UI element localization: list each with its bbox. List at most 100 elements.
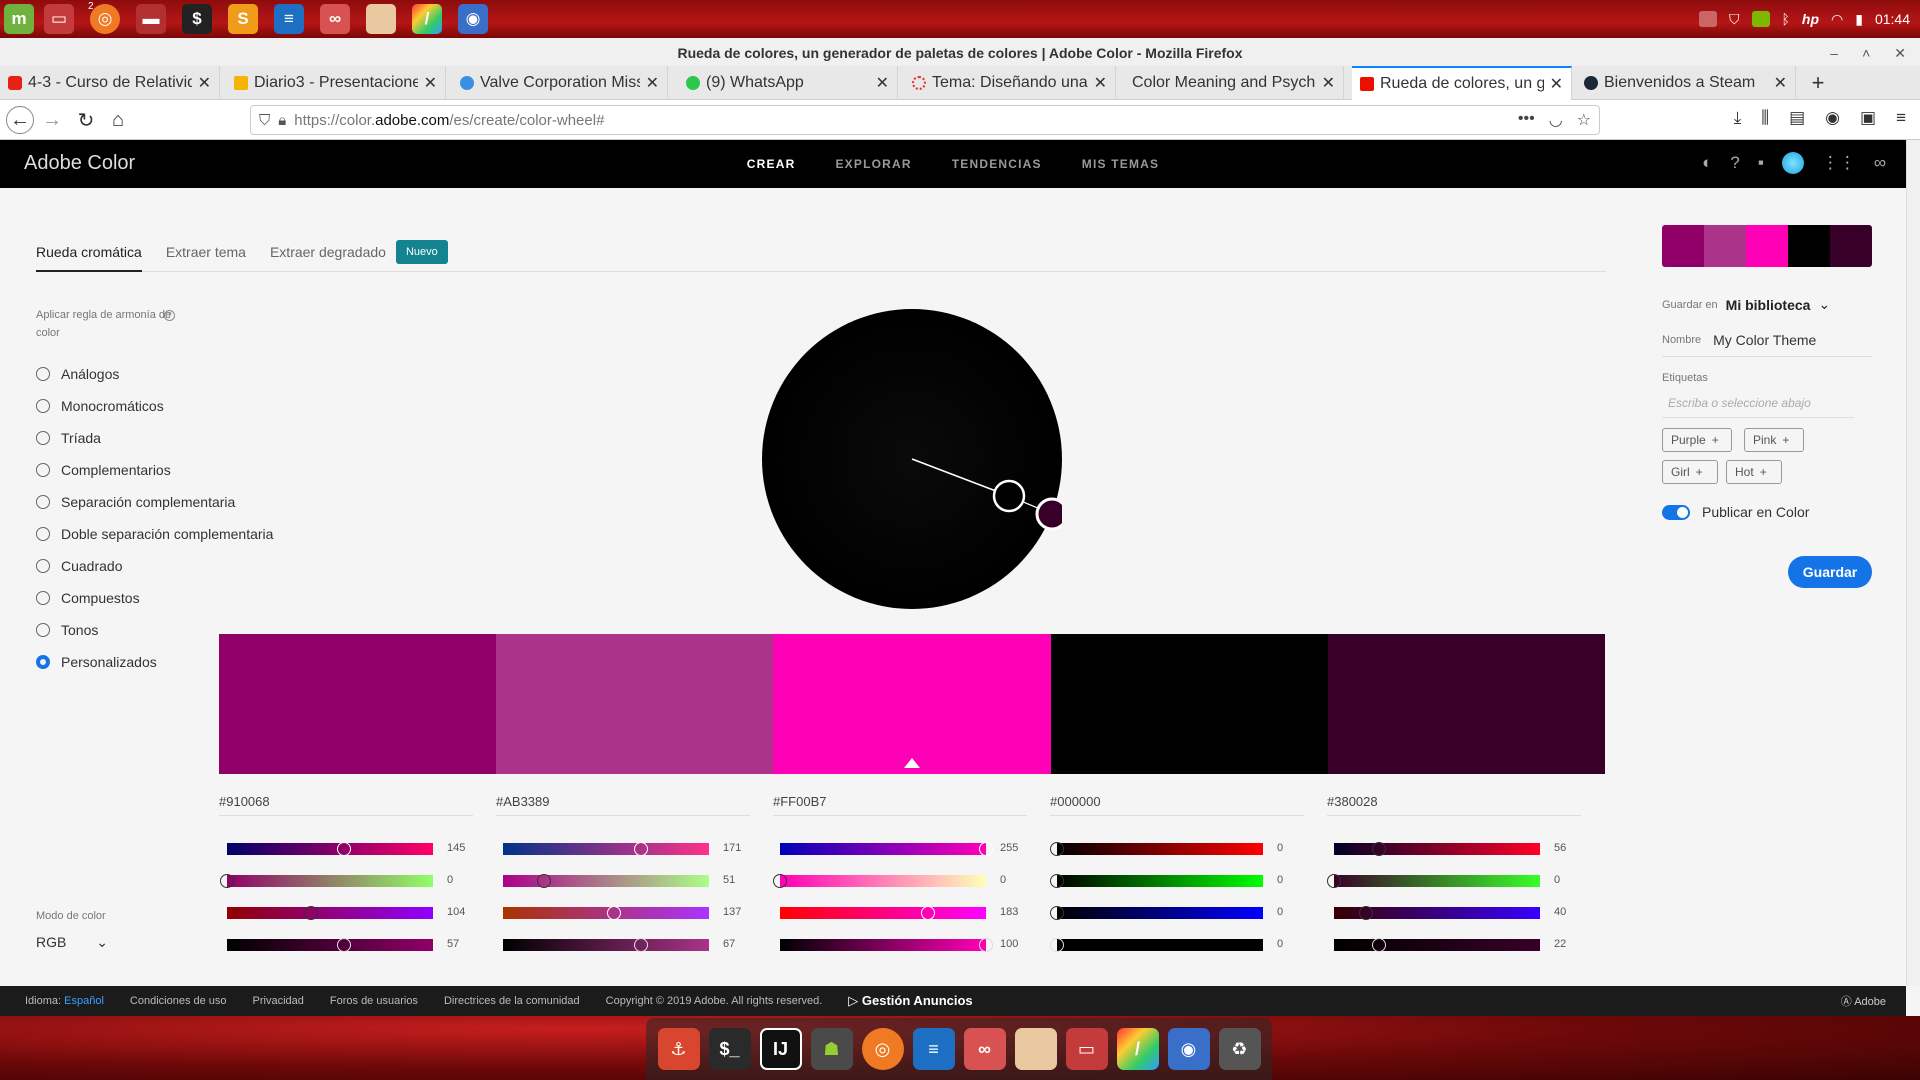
wheel-handle-selected[interactable]	[1035, 497, 1062, 531]
files-icon[interactable]: ▬	[136, 4, 166, 34]
color-mode-select[interactable]: RGB ⌄	[36, 934, 108, 951]
creative-cloud-icon[interactable]: ∞	[1874, 153, 1886, 173]
channel-value[interactable]: 171	[723, 842, 741, 854]
firefox-icon[interactable]: ◎	[90, 4, 120, 34]
harmony-rule[interactable]: Análogos	[36, 358, 273, 390]
slider-track[interactable]	[1334, 875, 1540, 887]
color-swatch[interactable]	[219, 634, 497, 774]
hex-value-field[interactable]: #FF00B7	[773, 794, 1027, 816]
slider-track[interactable]	[227, 843, 433, 855]
archive-icon[interactable]	[366, 4, 396, 34]
channel-value[interactable]: 145	[447, 842, 465, 854]
tab-close-icon[interactable]: ✕	[646, 73, 659, 93]
page-actions-icon[interactable]: •••	[1518, 110, 1535, 130]
tab-tema[interactable]: Tema: Diseñando una ✕	[904, 66, 1116, 100]
nav-mis-temas[interactable]: MIS TEMAS	[1082, 157, 1159, 171]
mint-menu-icon[interactable]: m	[4, 4, 34, 34]
harmony-rule[interactable]: Tríada	[36, 422, 273, 454]
slider-handle[interactable]	[773, 874, 787, 888]
text-editor-icon[interactable]: ≡	[912, 1028, 955, 1070]
tag-chip[interactable]: Hot +	[1726, 460, 1782, 484]
footer-link-terms[interactable]: Condiciones de uso	[130, 995, 227, 1007]
channel-value[interactable]: 51	[723, 874, 735, 886]
radio-button[interactable]	[36, 559, 50, 573]
folder-icon[interactable]: ▭	[1065, 1028, 1108, 1070]
radio-button[interactable]	[36, 399, 50, 413]
footer-link-forums[interactable]: Foros de usuarios	[330, 995, 418, 1007]
channel-value[interactable]: 0	[1277, 906, 1283, 918]
slider-handle[interactable]	[920, 906, 935, 920]
slider-track[interactable]	[1057, 875, 1263, 887]
harmony-rule[interactable]: Complementarios	[36, 454, 273, 486]
language-link[interactable]: Español	[64, 995, 104, 1007]
channel-value[interactable]: 56	[1554, 842, 1566, 854]
channel-slider[interactable]: 0	[1049, 902, 1293, 934]
folder-icon[interactable]: ▭	[44, 4, 74, 34]
reload-icon[interactable]: ↻	[72, 106, 100, 134]
slider-handle[interactable]	[979, 842, 993, 856]
nav-tendencias[interactable]: TENDENCIAS	[952, 157, 1042, 171]
shield-icon[interactable]: ⛉	[1729, 11, 1740, 28]
color-picker-icon[interactable]: /	[1116, 1028, 1159, 1070]
radio-button[interactable]	[36, 591, 50, 605]
nav-crear[interactable]: CREAR	[747, 157, 796, 171]
bookmark-star-icon[interactable]: ☆	[1577, 110, 1591, 130]
archive-icon[interactable]	[1014, 1028, 1057, 1070]
subtab-extract-gradient[interactable]: Extraer degradado	[270, 244, 386, 260]
battery-icon[interactable]: ▮	[1855, 11, 1863, 28]
ad-choices-link[interactable]: ▷ Gestión Anuncios	[848, 993, 972, 1009]
footer-link-guidelines[interactable]: Directrices de la comunidad	[444, 995, 580, 1007]
trash-icon[interactable]: ♻	[1218, 1028, 1261, 1070]
nav-explorar[interactable]: EXPLORAR	[835, 157, 911, 171]
terminal-icon[interactable]: $_	[708, 1028, 751, 1070]
slider-track[interactable]	[780, 907, 986, 919]
radio-button[interactable]	[36, 655, 50, 669]
save-location[interactable]: Guardar en Mi biblioteca ⌄	[1662, 296, 1830, 313]
firefox-icon[interactable]: ◎	[861, 1028, 904, 1070]
glasses-icon[interactable]: ∞	[320, 4, 350, 34]
forward-icon[interactable]: →	[38, 106, 66, 134]
hp-icon[interactable]: hp	[1802, 11, 1819, 27]
channel-value[interactable]: 137	[723, 906, 741, 918]
color-swatch[interactable]	[496, 634, 774, 774]
wheel-handle-main[interactable]	[992, 479, 1026, 513]
slider-track[interactable]	[227, 875, 433, 887]
tags-input[interactable]: Escriba o seleccione abajo	[1662, 394, 1854, 418]
channel-slider[interactable]: 0	[1049, 870, 1293, 902]
channel-slider[interactable]: 51	[495, 870, 739, 902]
subtab-extract-theme[interactable]: Extraer tema	[166, 244, 246, 260]
bluetooth-icon[interactable]: ᛒ	[1782, 11, 1790, 27]
text-editor-icon[interactable]: ≡	[274, 4, 304, 34]
channel-slider[interactable]: 255	[772, 838, 1018, 870]
terminal-icon[interactable]: $	[182, 4, 212, 34]
channel-value[interactable]: 40	[1554, 906, 1566, 918]
channel-slider[interactable]: 0	[1049, 838, 1293, 870]
subtab-color-wheel[interactable]: Rueda cromática	[36, 244, 142, 272]
sublime-icon[interactable]: S	[228, 4, 258, 34]
channel-slider[interactable]: 104	[219, 902, 465, 934]
info-icon[interactable]: ?	[164, 310, 175, 321]
home-icon[interactable]: ⌂	[104, 106, 132, 134]
slider-handle[interactable]	[1050, 938, 1064, 952]
tab-diario[interactable]: Diario3 - Presentacione ✕	[226, 66, 446, 100]
hex-value-field[interactable]: #AB3389	[496, 794, 750, 816]
slider-track[interactable]	[780, 939, 986, 951]
tab-valve[interactable]: Valve Corporation Miss ✕	[452, 66, 668, 100]
slider-track[interactable]	[780, 843, 986, 855]
slider-track[interactable]	[1334, 939, 1540, 951]
radio-button[interactable]	[36, 367, 50, 381]
download-icon[interactable]: ⤓	[1734, 108, 1742, 128]
channel-slider[interactable]: 0	[219, 870, 463, 902]
glasses-icon[interactable]: ∞	[963, 1028, 1006, 1070]
nvidia-icon[interactable]	[1751, 11, 1770, 27]
channel-slider[interactable]: 145	[219, 838, 465, 870]
slider-track[interactable]	[503, 843, 709, 855]
slider-handle[interactable]	[1050, 906, 1064, 920]
extension-icon[interactable]: ▣	[1860, 108, 1876, 128]
channel-slider[interactable]: 57	[219, 934, 463, 966]
slider-track[interactable]	[780, 875, 986, 887]
radio-button[interactable]	[36, 527, 50, 541]
clock[interactable]: 01:44	[1875, 11, 1910, 27]
tab-close-icon[interactable]: ✕	[424, 73, 437, 93]
tab-close-icon[interactable]: ✕	[198, 73, 211, 93]
